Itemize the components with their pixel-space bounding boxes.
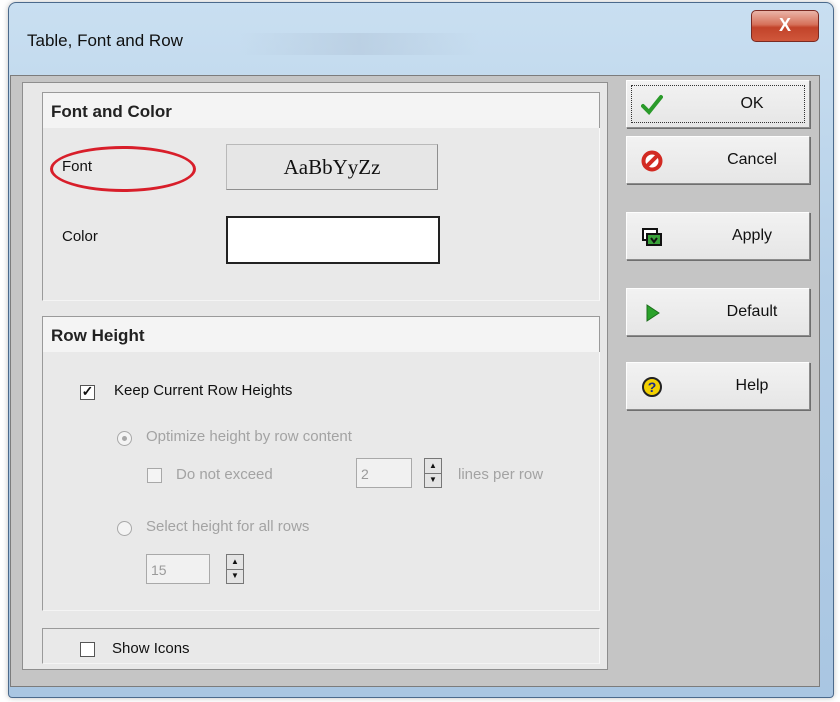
font-picker-button[interactable]: AaBbYyZz (226, 144, 438, 190)
show-icons-label[interactable]: Show Icons (112, 640, 190, 657)
cancel-button[interactable]: Cancel (626, 136, 810, 184)
check-mark-icon: ✓ (81, 383, 94, 399)
row-height-section-header: Row Height (42, 316, 600, 354)
select-height-label[interactable]: Select height for all rows (146, 518, 309, 535)
apply-button[interactable]: Apply (626, 212, 810, 260)
help-icon: ? (642, 377, 662, 397)
help-label: Help (735, 377, 769, 394)
keep-row-heights-label[interactable]: Keep Current Row Heights (114, 382, 292, 399)
apply-label: Apply (731, 227, 773, 244)
select-height-radio[interactable] (117, 521, 132, 536)
do-not-exceed-checkbox[interactable] (147, 468, 162, 483)
title-bar[interactable]: Table, Font and Row X (9, 3, 833, 77)
font-annotation-ring (50, 146, 196, 192)
window-title: Table, Font and Row (27, 31, 183, 50)
default-label: Default (726, 303, 778, 320)
keep-row-heights-checkbox[interactable]: ✓ (80, 383, 95, 400)
color-label: Color (62, 228, 98, 245)
lines-per-row-input[interactable]: 2 (356, 458, 412, 488)
spin-up-icon[interactable]: ▲ (425, 459, 441, 474)
spin-down-icon[interactable]: ▼ (227, 569, 243, 583)
checkmark-icon (641, 95, 663, 115)
cancel-label: Cancel (727, 151, 777, 168)
row-height-input[interactable]: 15 (146, 554, 210, 584)
row-height-stepper[interactable]: ▲ ▼ (226, 554, 244, 584)
show-icons-checkbox[interactable] (80, 642, 95, 657)
spin-up-icon[interactable]: ▲ (227, 555, 243, 570)
optimize-height-label[interactable]: Optimize height by row content (146, 428, 352, 445)
optimize-height-radio[interactable] (117, 431, 132, 446)
ok-button[interactable]: OK (626, 80, 810, 128)
play-arrow-icon (646, 304, 660, 322)
color-swatch-button[interactable] (226, 216, 440, 264)
close-button[interactable]: X (751, 10, 819, 42)
svg-text:?: ? (648, 379, 657, 395)
spin-down-icon[interactable]: ▼ (425, 473, 441, 487)
ok-label: OK (740, 95, 764, 112)
default-button[interactable]: Default (626, 288, 810, 336)
radio-selected-dot (122, 436, 127, 441)
font-color-section-header: Font and Color (42, 92, 600, 130)
cancel-icon (641, 150, 663, 172)
lines-per-row-stepper[interactable]: ▲ ▼ (424, 458, 442, 488)
font-color-section-title: Font and Color (51, 102, 172, 121)
title-bar-blur (239, 33, 479, 55)
lines-per-row-label: lines per row (458, 466, 544, 483)
do-not-exceed-label[interactable]: Do not exceed (176, 466, 273, 483)
row-height-section-title: Row Height (51, 326, 145, 345)
apply-icon (642, 228, 662, 246)
help-button[interactable]: ? Help (626, 362, 810, 410)
